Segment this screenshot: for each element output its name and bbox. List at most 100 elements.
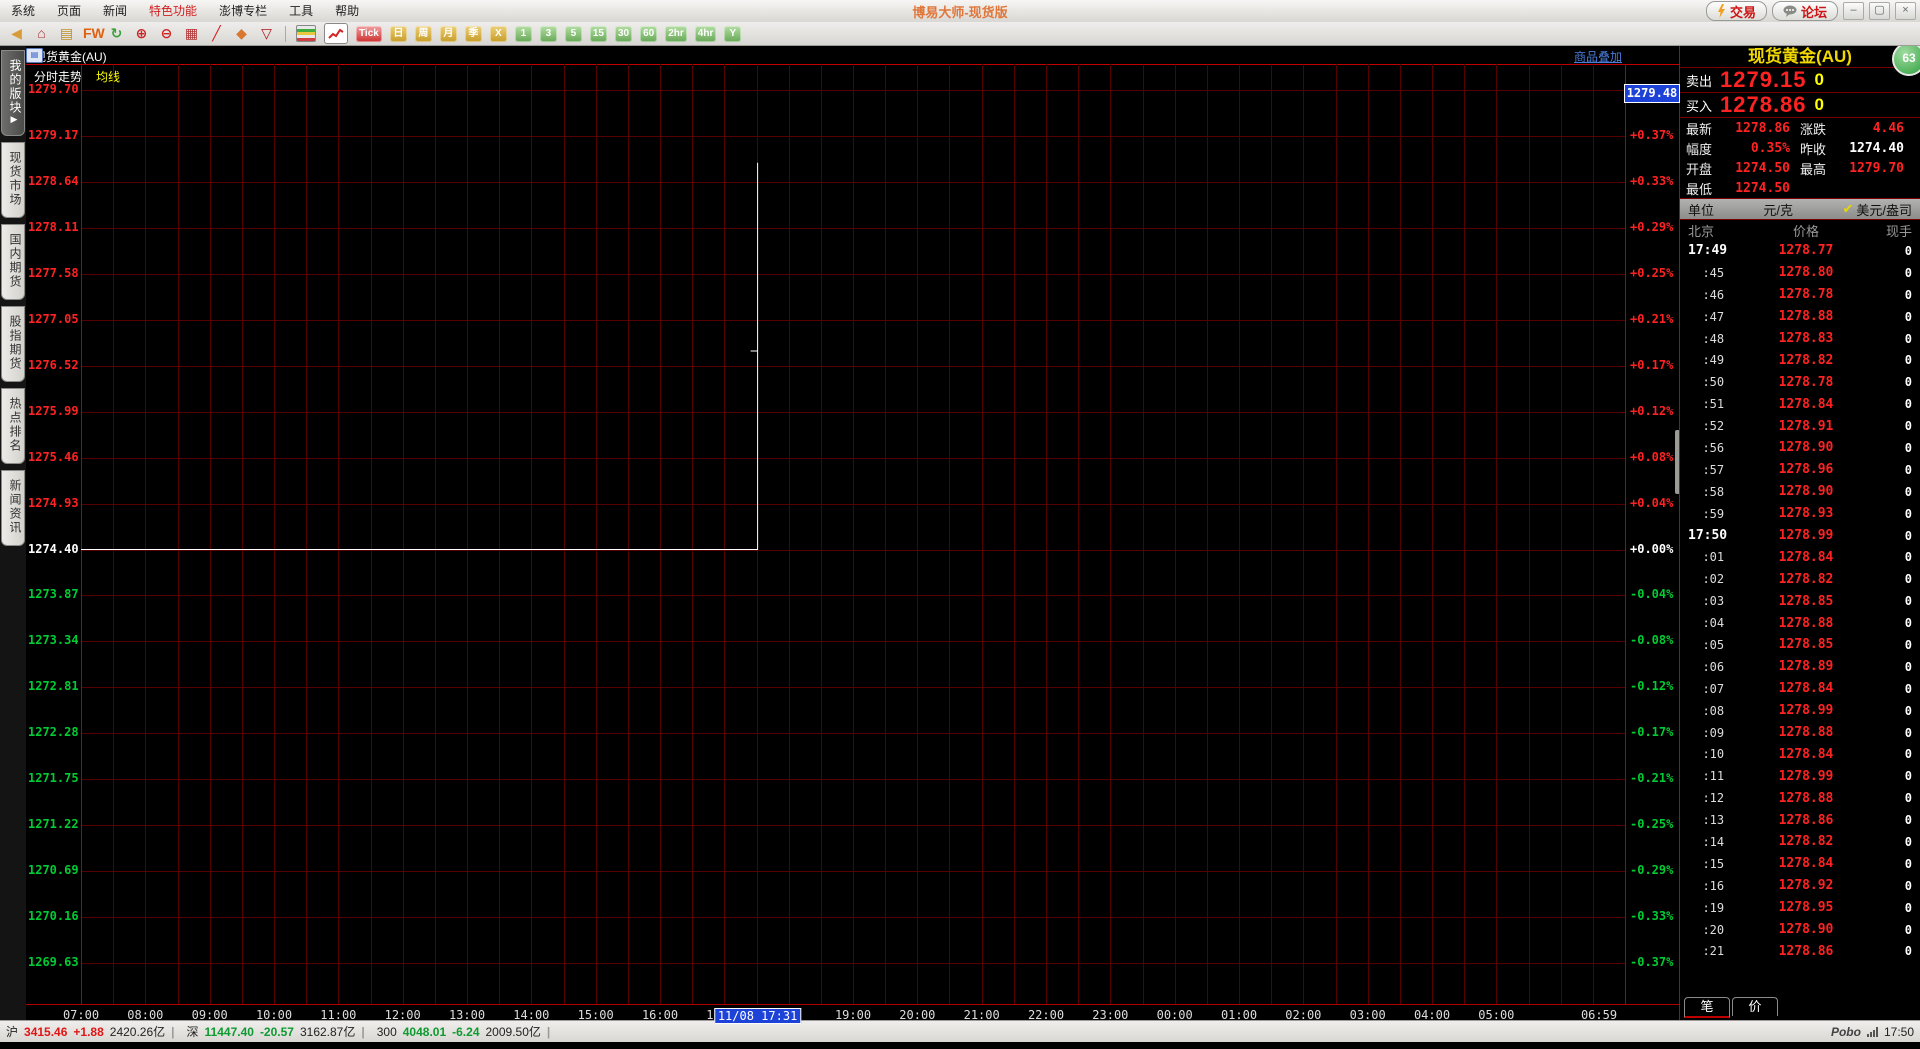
brand-logo: Pobo — [1831, 1025, 1861, 1039]
stat-row: 幅度 0.35% 昨收 1274.40 — [1680, 138, 1920, 158]
lightning-icon — [1717, 4, 1726, 18]
menu-item[interactable]: 澎博专栏 — [208, 1, 278, 22]
tick-row[interactable]: :11 1278.99 0 — [1680, 765, 1920, 787]
sidebar-tab[interactable]: 我的版块▶ — [1, 50, 25, 136]
period-button[interactable]: 30 — [615, 26, 632, 42]
chart-symbol-tab[interactable]: 现货黄金(AU) — [34, 48, 107, 65]
menu-item[interactable]: 新闻 — [92, 1, 138, 22]
tick-row[interactable]: :59 1278.93 0 — [1680, 503, 1920, 525]
tick-row[interactable]: :21 1278.86 0 — [1680, 941, 1920, 963]
toolbar-icon[interactable]: ▽ — [258, 25, 275, 42]
sidebar-tab[interactable]: 现货市场 — [1, 142, 25, 218]
period-button[interactable]: Y — [724, 26, 741, 42]
sidebar-tab[interactable]: 国内期货 — [1, 224, 25, 300]
tick-row[interactable]: :03 1278.85 0 — [1680, 590, 1920, 612]
window-control-button[interactable]: × — [1895, 2, 1916, 20]
menu-item[interactable]: 帮助 — [324, 1, 370, 22]
tick-row[interactable]: :19 1278.95 0 — [1680, 897, 1920, 919]
period-button[interactable]: Tick — [356, 26, 382, 42]
window-control-button[interactable]: ▢ — [1869, 2, 1890, 20]
overlay-link[interactable]: 商品叠加 — [1574, 48, 1622, 65]
chart-nav-button[interactable]: ▤ — [26, 48, 43, 63]
toolbar-icon[interactable]: ↻ — [108, 25, 125, 42]
buy-row: 买入 1278.86 0 — [1680, 93, 1920, 118]
buy-qty: 0 — [1815, 95, 1824, 115]
window-control-button[interactable]: – — [1843, 2, 1864, 20]
sell-price: 1279.15 — [1720, 67, 1807, 93]
panel-bottom-tab[interactable]: 价 — [1732, 997, 1778, 1016]
period-button[interactable]: 15 — [590, 26, 607, 42]
tick-list-header: 北京 价格 现手 — [1680, 220, 1920, 240]
clock: 17:50 — [1884, 1025, 1914, 1039]
panel-bottom-tab[interactable]: 笔 — [1684, 997, 1730, 1018]
tick-row[interactable]: :52 1278.91 0 — [1680, 415, 1920, 437]
tick-row[interactable]: :47 1278.88 0 — [1680, 306, 1920, 328]
period-button[interactable]: 5 — [565, 26, 582, 42]
toolbar-icon[interactable]: ⊕ — [133, 25, 150, 42]
tick-row[interactable]: 17:49 1278.77 0 — [1680, 240, 1920, 262]
tick-row[interactable]: :46 1278.78 0 — [1680, 284, 1920, 306]
tick-row[interactable]: :07 1278.84 0 — [1680, 678, 1920, 700]
sidebar-tab[interactable]: 新闻资讯 — [1, 470, 25, 546]
toolbar-icon[interactable]: ▦ — [183, 25, 200, 42]
unit-option-gram[interactable]: 元/克 — [1714, 200, 1842, 219]
tick-row[interactable]: :58 1278.90 0 — [1680, 481, 1920, 503]
toolbar-icon[interactable]: FW — [83, 25, 100, 42]
cursor-price-label: 1279.48 — [1624, 84, 1680, 103]
quote-table-icon[interactable] — [296, 25, 316, 42]
period-button[interactable]: 2hr — [665, 26, 687, 42]
tick-row[interactable]: :01 1278.84 0 — [1680, 546, 1920, 568]
buy-price: 1278.86 — [1720, 92, 1807, 118]
period-button[interactable]: 周 — [415, 26, 432, 42]
tick-row[interactable]: :50 1278.78 0 — [1680, 371, 1920, 393]
menu-item[interactable]: 系统 — [0, 1, 46, 22]
period-button[interactable]: 日 — [390, 26, 407, 42]
tick-row[interactable]: :56 1278.90 0 — [1680, 437, 1920, 459]
unit-option-ounce[interactable]: 美元/盎司 — [1856, 200, 1912, 219]
tick-row[interactable]: :13 1278.86 0 — [1680, 809, 1920, 831]
tick-row[interactable]: :09 1278.88 0 — [1680, 722, 1920, 744]
notification-badge[interactable]: 63 — [1892, 42, 1920, 76]
toolbar-icon[interactable]: ╱ — [208, 25, 225, 42]
period-button[interactable]: 3 — [540, 26, 557, 42]
plot-area[interactable]: 分时走势均线 1279.48 1279.70+0.42%1279.17+0.37… — [26, 64, 1680, 1020]
tick-row[interactable]: :14 1278.82 0 — [1680, 831, 1920, 853]
tick-row[interactable]: :05 1278.85 0 — [1680, 634, 1920, 656]
tick-row[interactable]: :12 1278.88 0 — [1680, 787, 1920, 809]
sidebar-tab[interactable]: 热点排名 — [1, 388, 25, 464]
toolbar-icon[interactable]: ◀ — [8, 25, 25, 42]
tick-row[interactable]: :02 1278.82 0 — [1680, 568, 1920, 590]
toolbar-icon[interactable]: ◆ — [233, 25, 250, 42]
tick-row[interactable]: :16 1278.92 0 — [1680, 875, 1920, 897]
tick-row[interactable]: :04 1278.88 0 — [1680, 612, 1920, 634]
period-button[interactable]: 季 — [465, 26, 482, 42]
quote-panel: 63 现货黄金(AU) 卖出 1279.15 0 买入 1278.86 0 最新… — [1679, 46, 1920, 1020]
tick-row[interactable]: :51 1278.84 0 — [1680, 393, 1920, 415]
menu-item[interactable]: 页面 — [46, 1, 92, 22]
period-button[interactable]: X — [490, 26, 507, 42]
period-button[interactable]: 月 — [440, 26, 457, 42]
trade-button[interactable]: 交易 — [1706, 1, 1767, 21]
toolbar-icon[interactable]: ⌂ — [33, 25, 50, 42]
tick-row[interactable]: :20 1278.90 0 — [1680, 919, 1920, 941]
time-chart-icon-selected[interactable] — [324, 23, 348, 44]
tick-row[interactable]: :15 1278.84 0 — [1680, 853, 1920, 875]
tick-row[interactable]: :08 1278.99 0 — [1680, 700, 1920, 722]
toolbar-icon[interactable]: ⊖ — [158, 25, 175, 42]
menu-item[interactable]: 特色功能 — [138, 1, 208, 22]
tick-row[interactable]: :10 1278.84 0 — [1680, 743, 1920, 765]
period-button[interactable]: 1 — [515, 26, 532, 42]
tick-row[interactable]: :45 1278.80 0 — [1680, 262, 1920, 284]
menu-item[interactable]: 工具 — [278, 1, 324, 22]
tick-row[interactable]: :57 1278.96 0 — [1680, 459, 1920, 481]
period-button[interactable]: 60 — [640, 26, 657, 42]
sidebar-tab[interactable]: 股指期货 — [1, 306, 25, 382]
tick-row[interactable]: :49 1278.82 0 — [1680, 349, 1920, 371]
period-button[interactable]: 4hr — [695, 26, 717, 42]
toolbar-icon[interactable]: ▤ — [58, 25, 75, 42]
chart-tab-bar: 现货黄金(AU) 商品叠加 ◄►▤ — [26, 46, 1680, 65]
tick-row[interactable]: :06 1278.89 0 — [1680, 656, 1920, 678]
tick-row[interactable]: 17:50 1278.99 0 — [1680, 525, 1920, 547]
forum-button[interactable]: 论坛 — [1772, 1, 1838, 21]
tick-row[interactable]: :48 1278.83 0 — [1680, 328, 1920, 350]
